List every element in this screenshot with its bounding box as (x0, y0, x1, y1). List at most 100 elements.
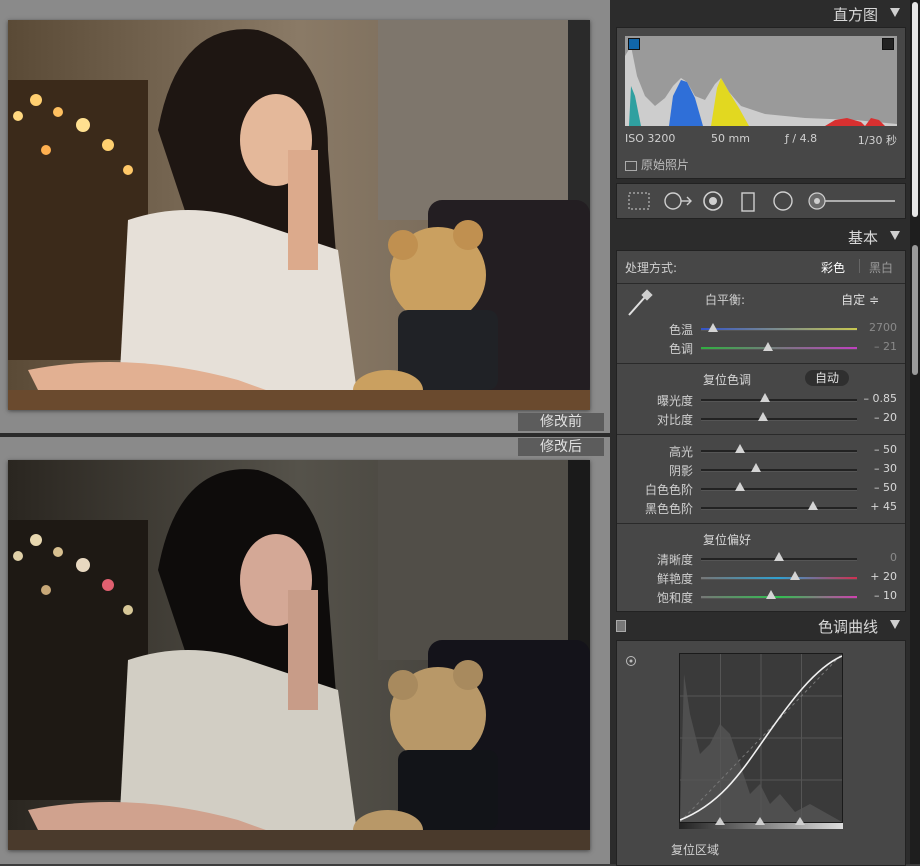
spot-removal-icon[interactable] (663, 191, 693, 211)
divider (617, 523, 905, 524)
original-photo-toggle[interactable]: 原始照片 (625, 156, 689, 173)
blacks-label: 黑色色阶 (644, 502, 693, 516)
collapse-triangle-icon[interactable] (890, 8, 900, 17)
red-eye-icon[interactable] (701, 191, 725, 211)
saturation-label: 饱和度 (656, 591, 693, 605)
highlight-clipping-button[interactable] (882, 38, 894, 50)
divider (617, 363, 905, 364)
panel-switch-icon[interactable] (616, 620, 626, 632)
tone-curve-svg (680, 654, 842, 822)
shadow-clipping-button[interactable] (628, 38, 640, 50)
divider (617, 434, 905, 435)
whites-label: 白色色阶 (644, 483, 693, 497)
photo-before-image (8, 20, 590, 410)
histogram-svg (625, 46, 897, 126)
vibrance-label: 鲜艳度 (656, 572, 693, 586)
exposure-slider-track[interactable] (701, 399, 857, 402)
wb-label: 白平衡: (705, 293, 746, 307)
blacks-value[interactable]: + 45 (870, 500, 897, 513)
radial-filter-icon[interactable] (771, 191, 795, 211)
develop-panel: 直方图 ISO 3200 50 mm ƒ / 4.8 1/30 秒 原始照片 基… (610, 0, 910, 866)
presence-reset-title[interactable]: 复位偏好 (703, 531, 751, 548)
collapse-triangle-icon[interactable] (890, 231, 900, 240)
label-before: 修改前 (518, 413, 604, 431)
adjustment-brush-icon[interactable] (807, 191, 897, 211)
highlights-label: 高光 (668, 445, 693, 459)
wb-dropdown[interactable]: 自定 ≑ (841, 291, 879, 308)
treatment-bw-option[interactable]: 黑白 (869, 259, 893, 276)
curve-split-thumb-shadows[interactable] (715, 817, 725, 825)
tint-slider-track[interactable] (701, 347, 857, 350)
clarity-label: 清晰度 (656, 553, 693, 567)
tint-slider-thumb[interactable] (763, 342, 774, 351)
vibrance-slider-thumb[interactable] (789, 571, 800, 580)
shadows-slider-thumb[interactable] (750, 463, 761, 472)
curve-split-thumb-highlights[interactable] (795, 817, 805, 825)
exif-focal-length: 50 mm (711, 132, 750, 145)
label-after: 修改后 (518, 438, 604, 456)
target-adjust-icon[interactable] (625, 655, 637, 667)
auto-tone-button[interactable]: 自动 (805, 370, 850, 386)
panel-scrollbar-thumb[interactable] (912, 2, 918, 217)
clarity-slider-thumb[interactable] (774, 552, 784, 561)
tint-label: 色调 (668, 342, 693, 356)
contrast-slider-track[interactable] (701, 418, 857, 421)
highlights-value[interactable]: – 50 (874, 443, 897, 456)
divider (617, 283, 905, 284)
saturation-value[interactable]: – 10 (874, 589, 897, 602)
curve-reset-region[interactable]: 复位区域 (671, 841, 719, 858)
basic-panel: 处理方式: 彩色 黑白 白平衡: 自定 ≑ 色温 2700 色调 – 21 复位… (616, 250, 906, 612)
photo-after-image (8, 460, 590, 850)
blacks-slider-thumb[interactable] (808, 501, 819, 510)
treatment-label: 处理方式: (625, 261, 678, 275)
whites-slider-track[interactable] (701, 488, 857, 491)
basic-header[interactable]: 基本 (610, 225, 910, 249)
collapse-triangle-icon[interactable] (890, 620, 900, 629)
crop-overlay-icon[interactable] (627, 191, 651, 211)
original-photo-checkbox[interactable] (625, 160, 637, 171)
compare-divider[interactable] (0, 433, 610, 437)
exposure-slider-thumb[interactable] (759, 393, 770, 402)
exposure-label: 曝光度 (656, 394, 693, 408)
tool-strip (616, 183, 906, 219)
temp-slider-track[interactable] (701, 328, 857, 331)
shadows-slider-track[interactable] (701, 469, 857, 472)
vibrance-slider-track[interactable] (701, 577, 857, 580)
tint-value[interactable]: – 21 (874, 340, 897, 353)
histogram-panel: ISO 3200 50 mm ƒ / 4.8 1/30 秒 原始照片 (616, 27, 906, 179)
exif-shutter: 1/30 秒 (857, 134, 897, 147)
highlights-slider-track[interactable] (701, 450, 857, 453)
exif-aperture: ƒ / 4.8 (785, 132, 818, 145)
shadows-value[interactable]: – 30 (874, 462, 897, 475)
contrast-value[interactable]: – 20 (874, 411, 897, 424)
contrast-label: 对比度 (656, 413, 693, 427)
exposure-value[interactable]: – 0.85 (864, 392, 898, 405)
vibrance-value[interactable]: + 20 (870, 570, 897, 583)
curve-split-thumb-midtones[interactable] (755, 817, 765, 825)
preview-area: 修改前 修改后 (0, 0, 610, 864)
saturation-slider-track[interactable] (701, 596, 857, 599)
temp-value[interactable]: 2700 (869, 321, 897, 334)
exif-iso: ISO 3200 (625, 132, 676, 145)
temp-label: 色温 (668, 323, 693, 337)
eyedropper-icon[interactable] (625, 287, 655, 317)
panel-scrollbar-thumb-secondary[interactable] (912, 245, 918, 375)
histogram-header[interactable]: 直方图 (610, 2, 910, 26)
clarity-value[interactable]: 0 (890, 551, 897, 564)
contrast-slider-thumb[interactable] (758, 412, 769, 421)
blacks-slider-track[interactable] (701, 507, 857, 510)
saturation-slider-thumb[interactable] (766, 590, 777, 599)
whites-value[interactable]: – 50 (874, 481, 897, 494)
treatment-color-option[interactable]: 彩色 (821, 259, 845, 276)
photo-before[interactable] (8, 20, 590, 410)
graduated-filter-icon[interactable] (739, 191, 757, 213)
histogram-graph (625, 36, 897, 126)
tone-curve-graph[interactable] (679, 653, 843, 823)
tone-reset-title[interactable]: 复位色调 (703, 371, 751, 388)
treatment-separator (859, 259, 860, 273)
temp-slider-thumb[interactable] (708, 323, 719, 332)
tone-curve-header[interactable]: 色调曲线 (610, 614, 910, 638)
photo-after[interactable] (8, 460, 590, 850)
whites-slider-thumb[interactable] (735, 482, 745, 491)
highlights-slider-thumb[interactable] (735, 444, 745, 453)
